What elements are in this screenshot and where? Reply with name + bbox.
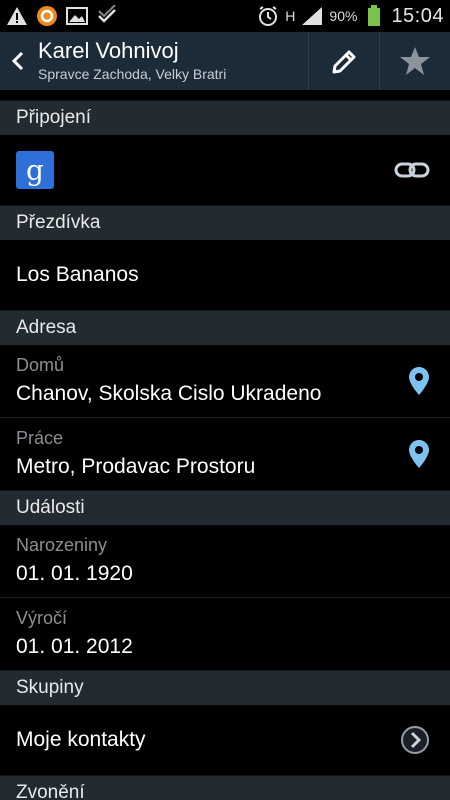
section-header-address: Adresa — [0, 310, 450, 345]
event-anniversary-row[interactable]: Výročí 01. 01. 2012 — [0, 598, 450, 670]
star-icon — [400, 47, 430, 75]
event-birthday-label: Narozeniny — [16, 535, 108, 555]
scrolled-row-remnant — [0, 90, 450, 100]
alarm-icon — [257, 5, 279, 27]
contact-details[interactable]: Připojení g Přezdívka Los Bananos Adresa… — [0, 90, 450, 800]
chevron-right-icon[interactable] — [400, 725, 430, 755]
contact-name: Karel Vohnivoj — [38, 38, 179, 63]
edit-button[interactable] — [308, 32, 379, 90]
google-icon: g — [16, 151, 54, 189]
address-work-value: Metro, Prodavac Prostoru — [16, 455, 256, 478]
status-bar: H 90% 15:04 — [0, 0, 450, 32]
address-work-label: Práce — [16, 428, 64, 448]
section-header-events: Události — [0, 490, 450, 525]
groups-row[interactable]: Moje kontakty — [0, 705, 450, 775]
location-pin-icon[interactable] — [408, 439, 430, 469]
nickname-row[interactable]: Los Bananos — [0, 240, 450, 310]
back-icon — [11, 51, 24, 71]
battery-percent: 90% — [329, 8, 358, 24]
section-header-ringtone: Zvonění — [0, 775, 450, 800]
address-home-label: Domů — [16, 355, 65, 375]
link-icon[interactable] — [394, 160, 430, 180]
location-pin-icon[interactable] — [408, 366, 430, 396]
clock: 15:04 — [391, 4, 444, 27]
section-header-groups: Skupiny — [0, 670, 450, 705]
action-bar: Karel Vohnivoj Spravce Zachoda, Velky Br… — [0, 32, 450, 90]
event-anniversary-value: 01. 01. 2012 — [16, 635, 133, 658]
favorite-button[interactable] — [379, 32, 450, 90]
event-anniversary-label: Výročí — [16, 608, 68, 628]
section-header-connection: Připojení — [0, 100, 450, 135]
event-birthday-value: 01. 01. 1920 — [16, 562, 133, 585]
battery-icon — [363, 5, 385, 27]
groups-value: Moje kontakty — [16, 728, 146, 751]
back-button[interactable] — [4, 32, 32, 90]
notification-app-icon — [36, 5, 58, 27]
edit-icon — [332, 50, 356, 74]
connection-row[interactable]: g — [0, 135, 450, 205]
sync-icon — [96, 5, 118, 27]
event-birthday-row[interactable]: Narozeniny 01. 01. 1920 — [0, 525, 450, 597]
address-home-row[interactable]: Domů Chanov, Skolska Cislo Ukradeno — [0, 345, 450, 417]
section-header-nickname: Přezdívka — [0, 205, 450, 240]
warning-icon — [6, 5, 28, 27]
network-type: H — [285, 8, 296, 24]
address-home-value: Chanov, Skolska Cislo Ukradeno — [16, 382, 322, 405]
contact-subtitle: Spravce Zachoda, Velky Bratri — [38, 66, 227, 82]
nickname-value: Los Bananos — [16, 263, 139, 286]
gallery-icon — [66, 5, 88, 27]
address-work-row[interactable]: Práce Metro, Prodavac Prostoru — [0, 418, 450, 490]
signal-icon — [301, 5, 323, 27]
contact-title: Karel Vohnivoj Spravce Zachoda, Velky Br… — [38, 38, 226, 84]
